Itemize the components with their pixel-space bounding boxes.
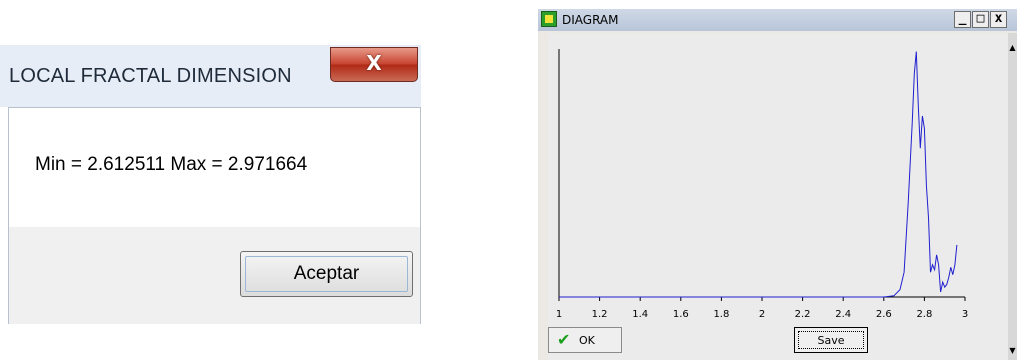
- dialog-titlebar: LOCAL FRACTAL DIMENSION X: [0, 45, 421, 107]
- dialog-body: Min = 2.612511 Max = 2.971664: [8, 107, 421, 228]
- check-icon: ✔: [557, 330, 571, 349]
- x-tick-label: 2.8: [916, 309, 932, 320]
- aceptar-button-label: Aceptar: [245, 256, 408, 292]
- ok-button-label: OK: [579, 334, 595, 347]
- dialog-title: LOCAL FRACTAL DIMENSION: [9, 65, 292, 87]
- x-tick-label: 1.4: [632, 309, 648, 320]
- dialog-footer: Aceptar: [8, 227, 421, 324]
- fractal-histogram-chart: 1 1.2 1.4 1.6 1.8 2 2.2 2.4 2.6 2.8 3: [556, 49, 968, 320]
- x-tick-label: 2.4: [835, 309, 851, 320]
- vertical-scrollbar[interactable]: ▲ ▼: [1008, 33, 1017, 360]
- minimize-button[interactable]: _: [954, 11, 971, 28]
- fractal-dimension-dialog: LOCAL FRACTAL DIMENSION X Min = 2.612511…: [0, 45, 421, 325]
- scroll-down-arrow-icon[interactable]: ▼: [1008, 346, 1017, 355]
- series-line: [559, 51, 958, 298]
- x-tick-label: 3: [962, 309, 968, 320]
- x-axis-ticks: 1 1.2 1.4 1.6 1.8 2 2.2 2.4 2.6 2.8 3: [556, 297, 968, 320]
- x-tick-label: 2.6: [876, 309, 892, 320]
- diagram-titlebar: DIAGRAM _ □ x: [538, 9, 1017, 31]
- diagram-title: DIAGRAM: [562, 13, 619, 27]
- x-tick-label: 2: [759, 309, 765, 320]
- scroll-up-arrow-icon[interactable]: ▲: [1008, 43, 1017, 52]
- ok-button[interactable]: ✔ OK: [548, 327, 622, 353]
- dialog-message: Min = 2.612511 Max = 2.971664: [35, 154, 308, 175]
- app-icon: [541, 11, 557, 27]
- close-icon: X: [366, 51, 382, 75]
- x-tick-label: 2.2: [795, 309, 811, 320]
- x-tick-label: 1.6: [673, 309, 689, 320]
- save-button[interactable]: Save: [794, 327, 868, 353]
- diagram-window: DIAGRAM _ □ x 1 1.2 1.4 1.6 1.8 2 2.2 2.4 2.6 2.8…: [538, 9, 1017, 360]
- x-tick-label: 1.2: [592, 309, 608, 320]
- close-button[interactable]: x: [990, 11, 1007, 28]
- aceptar-button[interactable]: Aceptar: [240, 251, 413, 297]
- chart-area: 1 1.2 1.4 1.6 1.8 2 2.2 2.4 2.6 2.8 3: [548, 33, 1008, 360]
- window-controls: _ □ x: [954, 11, 1007, 28]
- x-tick-label: 1.8: [713, 309, 729, 320]
- dialog-close-button[interactable]: X: [330, 47, 418, 82]
- x-tick-label: 1: [556, 309, 562, 320]
- maximize-button[interactable]: □: [972, 11, 989, 28]
- save-button-label: Save: [798, 331, 864, 349]
